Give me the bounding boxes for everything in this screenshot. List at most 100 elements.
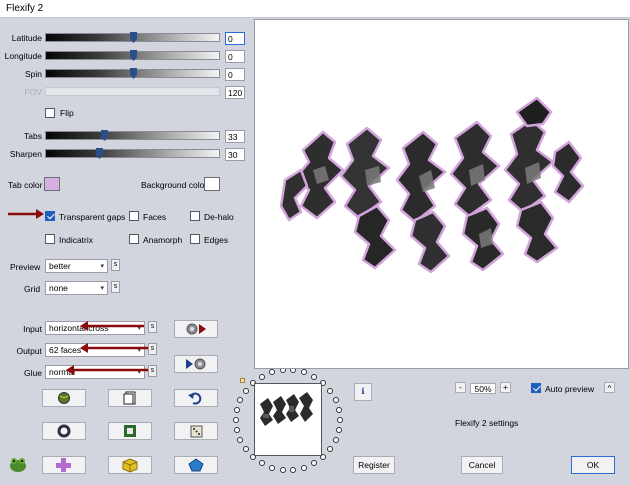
cross-button[interactable] (42, 456, 86, 474)
navigator-dot[interactable] (237, 396, 244, 403)
ring-button[interactable] (42, 422, 86, 440)
faces-checkbox[interactable] (129, 211, 139, 221)
longitude-slider[interactable] (45, 50, 220, 61)
navigator-dot[interactable] (259, 373, 265, 380)
output-s-button[interactable]: s (148, 343, 157, 355)
slider-thumb[interactable] (130, 68, 137, 79)
input-label: Input (23, 324, 42, 334)
grid-s-button[interactable]: s (111, 281, 120, 293)
navigator-dot[interactable] (327, 387, 334, 394)
navigator-dot[interactable] (335, 406, 342, 413)
navigator-dot[interactable] (242, 446, 249, 453)
flip-label: Flip (60, 108, 74, 118)
info-button[interactable]: i (354, 383, 372, 401)
thumbnail-image (255, 384, 321, 455)
frog-icon (10, 458, 26, 472)
indicatrix-checkbox[interactable] (45, 234, 55, 244)
dice-button[interactable] (174, 422, 218, 440)
load-input-button[interactable] (174, 320, 218, 338)
cube-button[interactable] (108, 456, 152, 474)
cancel-button[interactable]: Cancel (461, 456, 503, 474)
navigator-dot[interactable] (311, 373, 317, 380)
cross-net-icon (56, 458, 71, 472)
background-color-swatch[interactable] (204, 177, 220, 191)
tab-color-swatch[interactable] (44, 177, 60, 191)
longitude-input[interactable]: 0 (225, 50, 245, 63)
preview-quality-select[interactable]: better ▾ (45, 259, 108, 273)
ok-button[interactable]: OK (571, 456, 615, 474)
spin-label: Spin (24, 69, 42, 79)
anamorph-label: Anamorph (143, 235, 183, 245)
navigator-dot[interactable] (268, 369, 275, 376)
edges-checkbox[interactable] (190, 234, 200, 244)
square-button[interactable] (108, 422, 152, 440)
navigator-dot[interactable] (337, 417, 343, 423)
annotation-arrow (8, 209, 44, 219)
input-s-button[interactable]: s (148, 321, 157, 333)
slider-thumb[interactable] (101, 130, 108, 141)
faces-label: Faces (143, 212, 167, 222)
sharpen-slider[interactable] (45, 148, 220, 159)
register-button[interactable]: Register (353, 456, 395, 474)
spin-input[interactable]: 0 (225, 68, 245, 81)
preview-quality-label: Preview (10, 262, 41, 272)
spin-slider[interactable] (45, 68, 220, 79)
glue-s-button[interactable]: s (148, 365, 157, 377)
grid-select[interactable]: none ▾ (45, 281, 108, 295)
slider-thumb[interactable] (130, 32, 137, 43)
navigator-dot[interactable] (301, 464, 308, 471)
window-title: Flexify 2 (6, 3, 44, 14)
annotation-arrow (66, 365, 148, 375)
tabs-label: Tabs (24, 131, 42, 141)
copy-button[interactable] (108, 389, 152, 407)
tabs-input[interactable]: 33 (225, 130, 245, 143)
play-output-button[interactable] (174, 355, 218, 373)
zoom-in-button[interactable]: + (500, 382, 511, 393)
navigator-dot[interactable] (290, 466, 297, 473)
navigator-dot[interactable] (242, 387, 249, 394)
sharpen-input[interactable]: 30 (225, 148, 245, 161)
navigator-dot[interactable] (327, 446, 334, 453)
tabs-slider[interactable] (45, 130, 220, 141)
navigator-handle[interactable] (240, 378, 245, 383)
background-color-label: Background color (141, 180, 208, 190)
ring-icon (57, 424, 71, 438)
navigator-dot[interactable] (237, 437, 244, 444)
navigator-dot[interactable] (311, 460, 317, 467)
main-preview[interactable] (254, 19, 629, 369)
navigator-dot[interactable] (279, 466, 286, 473)
zoom-level: 50% (470, 383, 496, 394)
preview-thumbnail[interactable] (254, 383, 322, 456)
zoom-out-button[interactable]: - (455, 382, 466, 393)
de-halo-checkbox[interactable] (190, 211, 200, 221)
dice-icon (190, 425, 203, 438)
auto-preview-checkbox[interactable] (531, 383, 541, 393)
navigator-dot[interactable] (268, 464, 275, 471)
preview-s-button[interactable]: s (111, 259, 120, 271)
random-button[interactable] (42, 389, 86, 407)
transparent-gaps-checkbox[interactable] (45, 211, 55, 221)
latitude-input[interactable]: 0 (225, 32, 245, 45)
output-label: Output (16, 346, 42, 356)
indicatrix-label: Indicatrix (59, 235, 94, 245)
flip-checkbox[interactable] (45, 108, 55, 118)
navigator-dot[interactable] (301, 369, 308, 376)
slider-thumb[interactable] (96, 148, 103, 159)
undo-button[interactable] (174, 389, 218, 407)
navigator-dot[interactable] (259, 460, 265, 467)
cube-icon (122, 458, 138, 473)
title-bar: Flexify 2 (0, 0, 630, 18)
navigator-dot[interactable] (234, 427, 241, 434)
navigator-dot[interactable] (335, 427, 342, 434)
chevron-down-icon: ▾ (100, 263, 104, 270)
navigator-dot[interactable] (234, 406, 241, 413)
dodecahedron-button[interactable] (174, 456, 218, 474)
navigator-dot[interactable] (233, 417, 239, 423)
collapse-button[interactable]: ^ (604, 382, 615, 393)
latitude-slider[interactable] (45, 32, 220, 43)
pentagon-icon (188, 458, 204, 472)
slider-thumb[interactable] (130, 50, 137, 61)
navigator-dot[interactable] (332, 437, 339, 444)
navigator-dot[interactable] (332, 396, 339, 403)
anamorph-checkbox[interactable] (129, 234, 139, 244)
